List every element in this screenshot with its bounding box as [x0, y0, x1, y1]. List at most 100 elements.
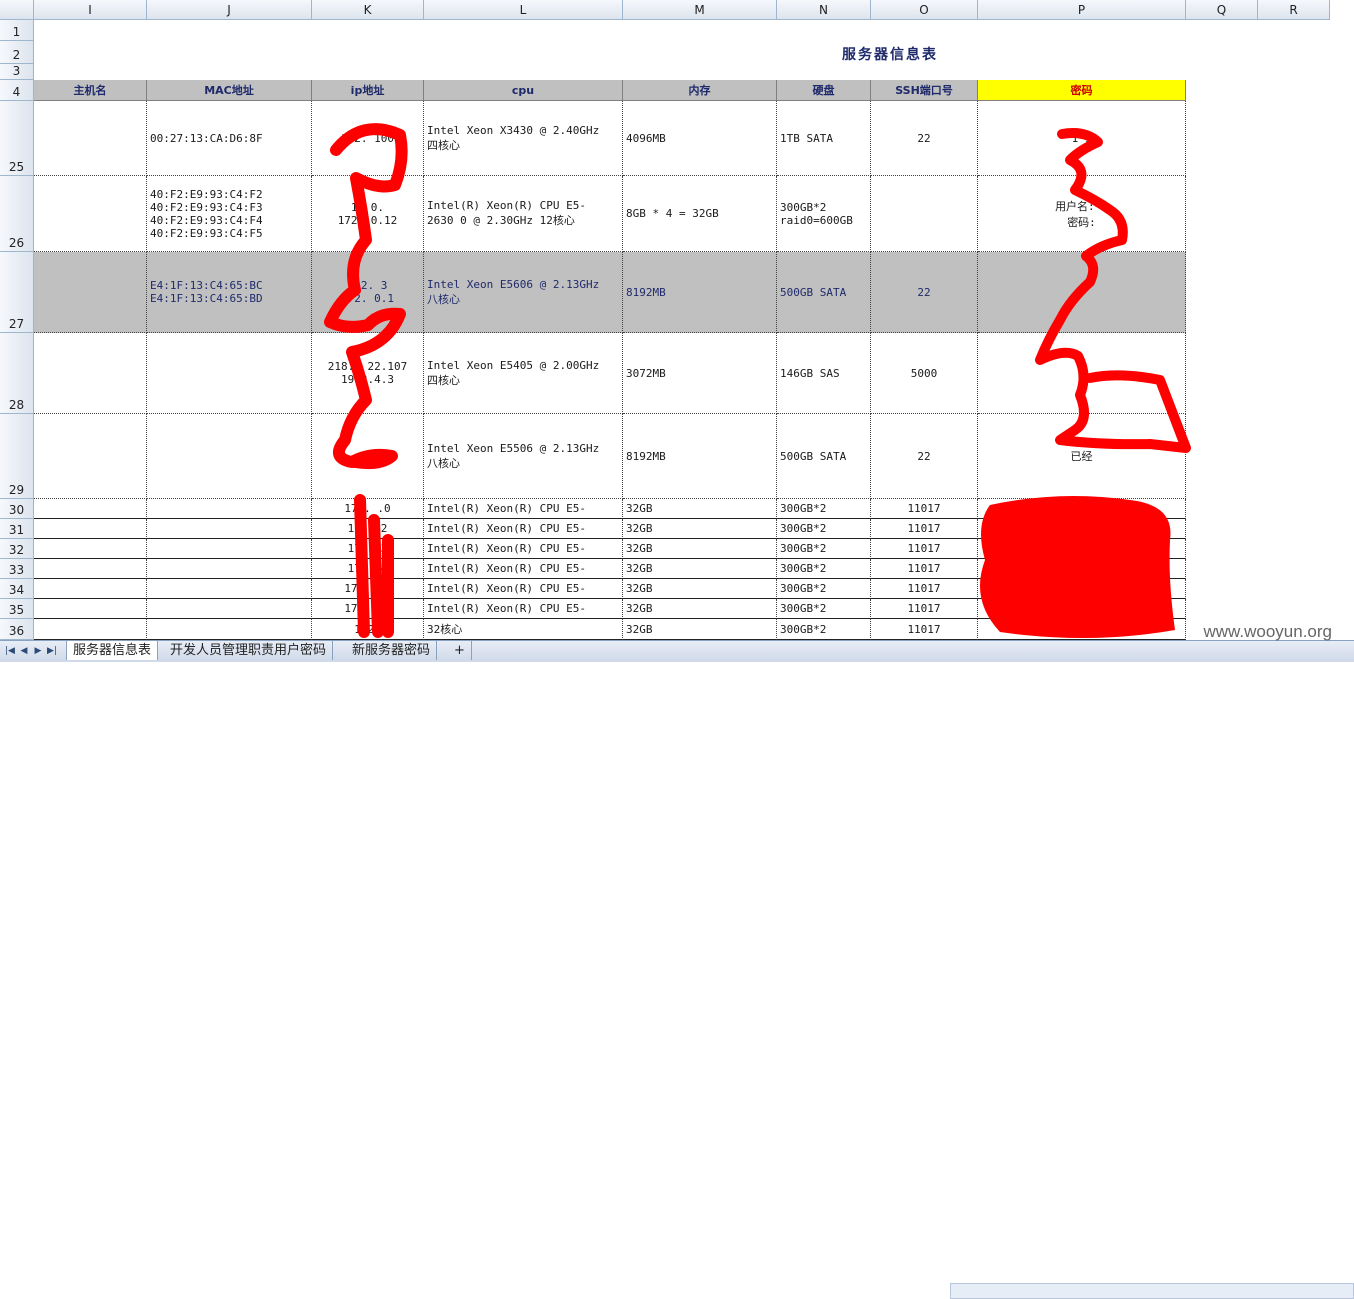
table-cell[interactable]: 112. 3 172. 0.1: [312, 252, 424, 333]
select-all-corner[interactable]: [0, 0, 34, 20]
header-cell[interactable]: MAC地址: [147, 80, 312, 101]
table-cell[interactable]: 172. .0: [312, 499, 424, 519]
table-cell[interactable]: 300GB*2 raid0=600GB: [777, 176, 871, 252]
table-cell[interactable]: 172. .6: [312, 599, 424, 619]
table-cell[interactable]: 300GB*2: [777, 599, 871, 619]
table-cell[interactable]: 1TB SATA: [777, 101, 871, 176]
table-cell[interactable]: 172. .5: [312, 579, 424, 599]
table-cell[interactable]: 00:27:13:CA:D6:8F: [147, 101, 312, 176]
table-cell[interactable]: 11017: [871, 619, 978, 640]
table-cell[interactable]: [978, 579, 1186, 599]
table-cell[interactable]: [147, 599, 312, 619]
table-cell[interactable]: 32GB: [623, 559, 777, 579]
header-cell[interactable]: 主机名: [34, 80, 147, 101]
table-cell[interactable]: 300GB*2: [777, 519, 871, 539]
table-cell[interactable]: [34, 519, 147, 539]
table-cell[interactable]: 8GB * 4 = 32GB: [623, 176, 777, 252]
spreadsheet-grid[interactable]: IJKLMNOPQR 1 2 3 4 25 26 27 28 29 30 31 32 33 34 35 36 …: [0, 0, 1354, 640]
table-cell[interactable]: 4096MB: [623, 101, 777, 176]
row-header[interactable]: 25: [0, 101, 34, 176]
table-cell[interactable]: [34, 579, 147, 599]
table-cell[interactable]: [34, 176, 147, 252]
table-cell[interactable]: 11017: [871, 599, 978, 619]
table-cell[interactable]: 22: [871, 252, 978, 333]
table-cell[interactable]: 8192MB: [623, 414, 777, 499]
row-header[interactable]: 27: [0, 252, 34, 333]
table-cell[interactable]: 300GB*2: [777, 559, 871, 579]
column-header[interactable]: P: [978, 0, 1186, 20]
table-cell[interactable]: Intel(R) Xeon(R) CPU E5-: [424, 559, 623, 579]
row-header[interactable]: 36: [0, 619, 34, 640]
table-cell[interactable]: 1 1: [978, 101, 1186, 176]
last-sheet-icon[interactable]: ▶|: [46, 645, 58, 657]
table-cell[interactable]: 2: [312, 414, 424, 499]
table-cell[interactable]: Intel(R) Xeon(R) CPU E5-: [424, 499, 623, 519]
row-header[interactable]: 34: [0, 579, 34, 599]
table-cell[interactable]: [978, 499, 1186, 519]
table-cell[interactable]: 300GB*2: [777, 499, 871, 519]
table-cell[interactable]: 300GB*2: [777, 579, 871, 599]
table-cell[interactable]: Intel(R) Xeon(R) CPU E5-: [424, 519, 623, 539]
table-cell[interactable]: 172. 100: [312, 101, 424, 176]
column-header[interactable]: O: [871, 0, 978, 20]
row-header[interactable]: 31: [0, 519, 34, 539]
tab-new-server-passwords[interactable]: 新服务器密码: [346, 641, 438, 660]
table-cell[interactable]: 11017: [871, 559, 978, 579]
row-header[interactable]: 4: [0, 80, 34, 101]
column-header[interactable]: J: [147, 0, 312, 20]
table-cell[interactable]: Intel Xeon E5506 @ 2.13GHz 八核心: [424, 414, 623, 499]
next-sheet-icon[interactable]: ▶: [32, 645, 44, 657]
row-header[interactable]: 30: [0, 499, 34, 519]
table-cell[interactable]: Intel(R) Xeon(R) CPU E5-: [424, 539, 623, 559]
header-cell[interactable]: 密码: [978, 80, 1186, 101]
table-cell[interactable]: 172. 4: [312, 559, 424, 579]
row-header[interactable]: 1: [0, 20, 34, 41]
table-cell[interactable]: [978, 619, 1186, 640]
table-cell[interactable]: ): [978, 539, 1186, 559]
table-cell[interactable]: [147, 539, 312, 559]
column-header[interactable]: M: [623, 0, 777, 20]
table-cell[interactable]: [147, 333, 312, 414]
table-cell[interactable]: [34, 619, 147, 640]
table-cell[interactable]: 已经: [978, 414, 1186, 499]
prev-sheet-icon[interactable]: ◀: [18, 645, 30, 657]
insert-sheet-icon[interactable]: +: [448, 641, 472, 660]
table-cell[interactable]: [978, 559, 1186, 579]
table-cell[interactable]: [147, 519, 312, 539]
header-cell[interactable]: ip地址: [312, 80, 424, 101]
table-cell[interactable]: 40:F2:E9:93:C4:F2 40:F2:E9:93:C4:F3 40:F…: [147, 176, 312, 252]
table-cell[interactable]: 11017: [871, 539, 978, 559]
table-cell[interactable]: [34, 599, 147, 619]
table-cell[interactable]: 500GB SATA: [777, 414, 871, 499]
table-cell[interactable]: [34, 559, 147, 579]
row-header[interactable]: 3: [0, 64, 34, 80]
header-cell[interactable]: cpu: [424, 80, 623, 101]
table-cell[interactable]: Intel Xeon X3430 @ 2.40GHz 四核心: [424, 101, 623, 176]
table-cell[interactable]: 17 0. 172. 0.12: [312, 176, 424, 252]
table-cell[interactable]: 172.: [312, 619, 424, 640]
table-cell[interactable]: Intel(R) Xeon(R) CPU E5-: [424, 579, 623, 599]
table-cell[interactable]: 用户名: r 密码:: [978, 176, 1186, 252]
column-header[interactable]: K: [312, 0, 424, 20]
table-cell[interactable]: [147, 579, 312, 599]
table-cell[interactable]: [34, 333, 147, 414]
first-sheet-icon[interactable]: |◀: [4, 645, 16, 657]
table-cell[interactable]: 300GB*2: [777, 619, 871, 640]
tab-server-info[interactable]: 服务器信息表: [66, 641, 159, 660]
header-cell[interactable]: 内存: [623, 80, 777, 101]
table-cell[interactable]: 500GB SATA: [777, 252, 871, 333]
row-header[interactable]: 29: [0, 414, 34, 499]
table-cell[interactable]: [871, 176, 978, 252]
table-cell[interactable]: Intel(R) Xeon(R) CPU E5- 2630 0 @ 2.30GH…: [424, 176, 623, 252]
table-cell[interactable]: [147, 499, 312, 519]
table-cell[interactable]: 32核心: [424, 619, 623, 640]
row-header[interactable]: 35: [0, 599, 34, 619]
header-cell[interactable]: SSH端口号: [871, 80, 978, 101]
table-cell[interactable]: 32GB: [623, 519, 777, 539]
table-cell[interactable]: E4:1F:13:C4:65:BC E4:1F:13:C4:65:BD: [147, 252, 312, 333]
table-cell[interactable]: Intel Xeon E5405 @ 2.00GHz 四核心: [424, 333, 623, 414]
table-cell[interactable]: )): [978, 519, 1186, 539]
column-header[interactable]: N: [777, 0, 871, 20]
table-cell[interactable]: Intel Xeon E5606 @ 2.13GHz 八核心: [424, 252, 623, 333]
table-cell[interactable]: [34, 252, 147, 333]
